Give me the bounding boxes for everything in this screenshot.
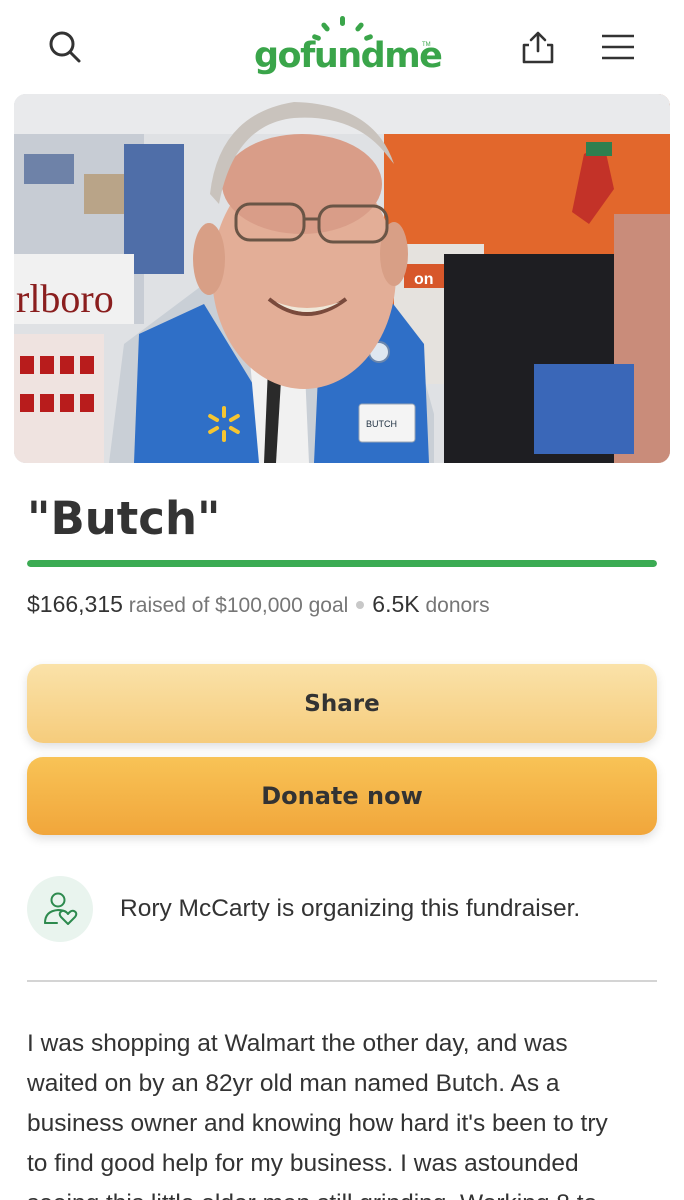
story-line: business owner and knowing how hard it's… <box>27 1110 608 1137</box>
campaign-title: "Butch" <box>27 492 221 545</box>
donor-count: 6.5K <box>372 591 420 617</box>
campaign-photo[interactable]: rlboro on BUTCH <box>14 94 670 463</box>
story-line: to find good help for my business. I was… <box>27 1150 579 1177</box>
name-badge: BUTCH <box>366 419 397 429</box>
search-button[interactable] <box>40 22 90 72</box>
page: gofundme TM rlboro on BUTCH "Butch" $166… <box>0 0 684 1200</box>
separator-dot <box>356 600 365 609</box>
share-header-button[interactable] <box>513 22 563 72</box>
brand-sign: rlboro <box>16 276 114 321</box>
story-line: waited on by an 82yr old man named Butch… <box>27 1070 560 1097</box>
menu-icon <box>602 34 634 60</box>
organizer-text[interactable]: Rory McCarty is organizing this fundrais… <box>120 895 580 923</box>
donors-label: donors <box>425 594 490 617</box>
divider <box>27 980 657 982</box>
story-line: I was shopping at Walmart the other day,… <box>27 1030 568 1057</box>
funding-stats: $166,315 raised of $100,000 goal 6.5K don… <box>27 591 490 618</box>
gofundme-logo[interactable]: gofundme TM <box>254 14 443 80</box>
goal-label: raised of $100,000 goal <box>128 594 349 617</box>
share-button[interactable]: Share <box>27 664 657 743</box>
store-sign: on <box>414 271 434 288</box>
story-line: seeing this little older man still grind… <box>27 1184 667 1200</box>
logo-trademark: TM <box>422 42 431 48</box>
campaign-photo-illustration: rlboro on BUTCH <box>14 94 670 463</box>
campaign-story: I was shopping at Walmart the other day,… <box>27 1024 667 1200</box>
amount-raised: $166,315 <box>27 591 123 617</box>
progress-bar-fill <box>27 560 657 567</box>
donate-button[interactable]: Donate now <box>27 757 657 835</box>
menu-button[interactable] <box>593 22 643 72</box>
header: gofundme TM <box>0 0 684 92</box>
person-heart-icon <box>44 892 78 925</box>
search-icon <box>49 31 81 63</box>
organizer-avatar[interactable] <box>27 876 93 942</box>
progress-bar <box>27 560 657 567</box>
logo-wordmark: gofundme <box>254 36 443 76</box>
share-upload-icon <box>522 31 554 64</box>
